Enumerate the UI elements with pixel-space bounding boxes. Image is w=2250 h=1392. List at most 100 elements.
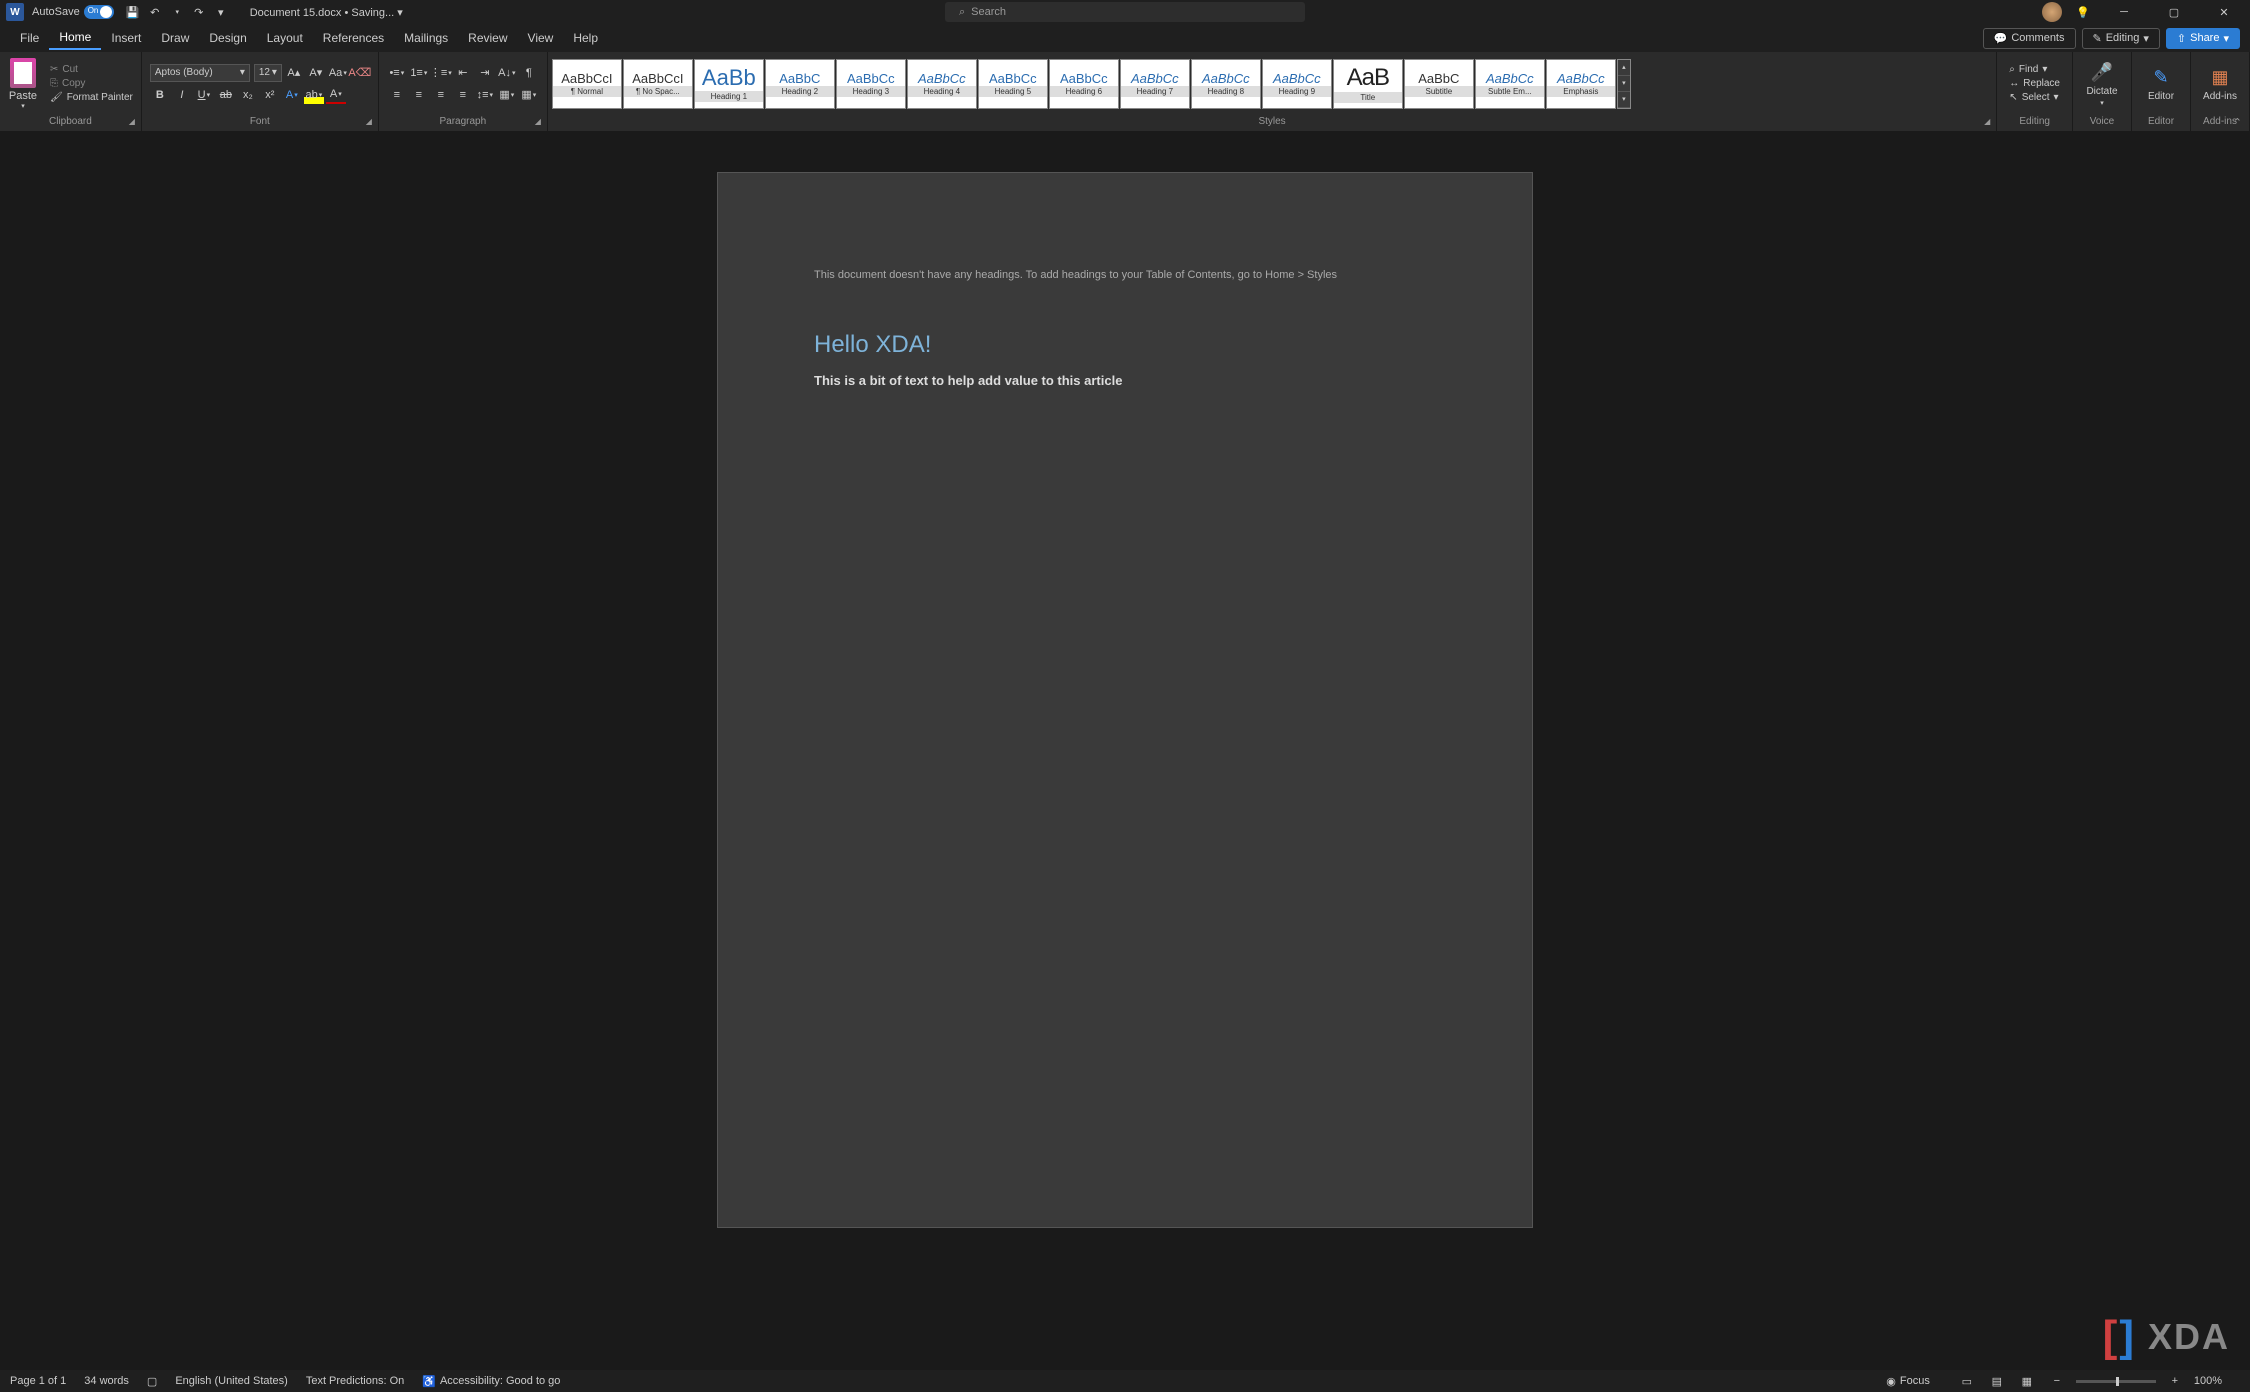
document-page[interactable]: This document doesn't have any headings.… — [717, 172, 1533, 1228]
style-tile--normal[interactable]: AaBbCcI¶ Normal — [552, 59, 622, 109]
document-title[interactable]: Document 15.docx • Saving... ▾ — [250, 6, 403, 19]
paste-button[interactable]: Paste▾ — [4, 58, 42, 110]
styles-expand-icon[interactable]: ▾ — [1618, 92, 1630, 108]
addins-button[interactable]: ▦ Add-ins — [2195, 65, 2245, 102]
tab-view[interactable]: View — [518, 27, 564, 49]
replace-button[interactable]: ↔Replace — [2005, 77, 2064, 90]
style-tile-heading-8[interactable]: AaBbCcHeading 8 — [1191, 59, 1261, 109]
zoom-out-icon[interactable]: − — [2046, 1372, 2068, 1390]
autosave-toggle[interactable]: On — [84, 5, 114, 19]
style-tile-heading-9[interactable]: AaBbCcHeading 9 — [1262, 59, 1332, 109]
align-right-icon[interactable]: ≡ — [431, 86, 451, 104]
tab-help[interactable]: Help — [563, 27, 608, 49]
user-avatar[interactable] — [2042, 2, 2062, 22]
collapse-ribbon-icon[interactable]: ⌃ — [2233, 116, 2242, 129]
redo-icon[interactable]: ↷ — [189, 2, 209, 22]
show-marks-icon[interactable]: ¶ — [519, 64, 539, 82]
style-tile-heading-6[interactable]: AaBbCcHeading 6 — [1049, 59, 1119, 109]
zoom-in-icon[interactable]: + — [2164, 1372, 2186, 1390]
web-layout-icon[interactable]: ▦ — [2016, 1372, 2038, 1390]
strikethrough-icon[interactable]: ab — [216, 86, 236, 104]
clear-formatting-icon[interactable]: A⌫ — [350, 64, 370, 82]
word-count[interactable]: 34 words — [84, 1375, 129, 1387]
line-spacing-icon[interactable]: ↕≡ — [475, 86, 495, 104]
read-mode-icon[interactable]: ▭ — [1956, 1372, 1978, 1390]
search-input[interactable]: ⌕ Search — [945, 2, 1305, 22]
tab-file[interactable]: File — [10, 27, 49, 49]
tab-design[interactable]: Design — [199, 27, 256, 49]
paragraph-launcher-icon[interactable]: ◢ — [535, 117, 541, 126]
styles-up-icon[interactable]: ▴ — [1618, 60, 1630, 76]
borders-icon[interactable]: ▦ — [519, 86, 539, 104]
justify-icon[interactable]: ≡ — [453, 86, 473, 104]
spellcheck-icon[interactable]: ▢ — [147, 1375, 157, 1388]
style-tile-heading-7[interactable]: AaBbCcHeading 7 — [1120, 59, 1190, 109]
font-launcher-icon[interactable]: ◢ — [366, 117, 372, 126]
sort-icon[interactable]: A↓ — [497, 64, 517, 82]
text-predictions-status[interactable]: Text Predictions: On — [306, 1375, 404, 1387]
undo-dropdown-icon[interactable] — [167, 2, 187, 22]
lightbulb-icon[interactable]: 💡 — [2073, 2, 2093, 22]
text-effects-icon[interactable]: A — [282, 86, 302, 104]
style-tile-heading-1[interactable]: AaBbHeading 1 — [694, 59, 764, 109]
highlight-icon[interactable]: ab — [304, 86, 324, 104]
style-tile-title[interactable]: AaBTitle — [1333, 59, 1403, 109]
dictate-button[interactable]: 🎤 Dictate▾ — [2077, 60, 2127, 107]
style-tile-subtle-em-[interactable]: AaBbCcSubtle Em... — [1475, 59, 1545, 109]
cut-button[interactable]: ✂Cut — [46, 63, 137, 76]
styles-down-icon[interactable]: ▾ — [1618, 76, 1630, 92]
zoom-slider[interactable] — [2076, 1380, 2156, 1383]
tab-draw[interactable]: Draw — [151, 27, 199, 49]
tab-layout[interactable]: Layout — [257, 27, 313, 49]
tab-review[interactable]: Review — [458, 27, 517, 49]
style-tile-emphasis[interactable]: AaBbCcEmphasis — [1546, 59, 1616, 109]
qat-customize-icon[interactable]: ▾ — [211, 2, 231, 22]
bullets-icon[interactable]: •≡ — [387, 64, 407, 82]
underline-icon[interactable]: U — [194, 86, 214, 104]
copy-button[interactable]: ⎘Copy — [46, 77, 137, 90]
zoom-level[interactable]: 100% — [2194, 1375, 2222, 1387]
change-case-icon[interactable]: Aa — [328, 64, 348, 82]
find-button[interactable]: ⌕Find ▾ — [2005, 63, 2064, 76]
page-count[interactable]: Page 1 of 1 — [10, 1375, 66, 1387]
clipboard-launcher-icon[interactable]: ◢ — [129, 117, 135, 126]
shading-icon[interactable]: ▦ — [497, 86, 517, 104]
font-color-icon[interactable]: A — [326, 86, 346, 104]
format-painter-button[interactable]: 🖌Format Painter — [46, 91, 137, 104]
style-tile--no-spac-[interactable]: AaBbCcI¶ No Spac... — [623, 59, 693, 109]
maximize-button[interactable]: ▢ — [2154, 0, 2194, 24]
bold-icon[interactable]: B — [150, 86, 170, 104]
minimize-button[interactable]: ─ — [2104, 0, 2144, 24]
focus-button[interactable]: ◉Focus — [1886, 1375, 1930, 1388]
select-button[interactable]: ↖Select ▾ — [2005, 91, 2064, 104]
tab-home[interactable]: Home — [49, 26, 101, 50]
italic-icon[interactable]: I — [172, 86, 192, 104]
share-button[interactable]: ⇧ Share ▾ — [2166, 28, 2240, 49]
style-tile-heading-5[interactable]: AaBbCcHeading 5 — [978, 59, 1048, 109]
superscript-icon[interactable]: x² — [260, 86, 280, 104]
align-center-icon[interactable]: ≡ — [409, 86, 429, 104]
font-size-select[interactable]: 12▾ — [254, 64, 282, 82]
style-tile-heading-2[interactable]: AaBbCHeading 2 — [765, 59, 835, 109]
accessibility-status[interactable]: ♿Accessibility: Good to go — [422, 1375, 560, 1388]
increase-indent-icon[interactable]: ⇥ — [475, 64, 495, 82]
style-tile-heading-4[interactable]: AaBbCcHeading 4 — [907, 59, 977, 109]
editing-mode-button[interactable]: ✎ Editing ▾ — [2082, 28, 2160, 49]
editor-button[interactable]: ✎ Editor — [2136, 65, 2186, 102]
subscript-icon[interactable]: x₂ — [238, 86, 258, 104]
print-layout-icon[interactable]: ▤ — [1986, 1372, 2008, 1390]
decrease-indent-icon[interactable]: ⇤ — [453, 64, 473, 82]
style-tile-subtitle[interactable]: AaBbCSubtitle — [1404, 59, 1474, 109]
document-heading[interactable]: Hello XDA! — [814, 331, 1436, 359]
save-icon[interactable]: 💾 — [123, 2, 143, 22]
tab-references[interactable]: References — [313, 27, 394, 49]
tab-mailings[interactable]: Mailings — [394, 27, 458, 49]
font-name-select[interactable]: Aptos (Body)▾ — [150, 64, 250, 82]
grow-font-icon[interactable]: A▴ — [284, 64, 304, 82]
document-area[interactable]: This document doesn't have any headings.… — [0, 132, 2250, 1370]
language-status[interactable]: English (United States) — [175, 1375, 288, 1387]
styles-launcher-icon[interactable]: ◢ — [1984, 117, 1990, 126]
close-button[interactable]: ✕ — [2204, 0, 2244, 24]
undo-icon[interactable]: ↶ — [145, 2, 165, 22]
style-tile-heading-3[interactable]: AaBbCcHeading 3 — [836, 59, 906, 109]
